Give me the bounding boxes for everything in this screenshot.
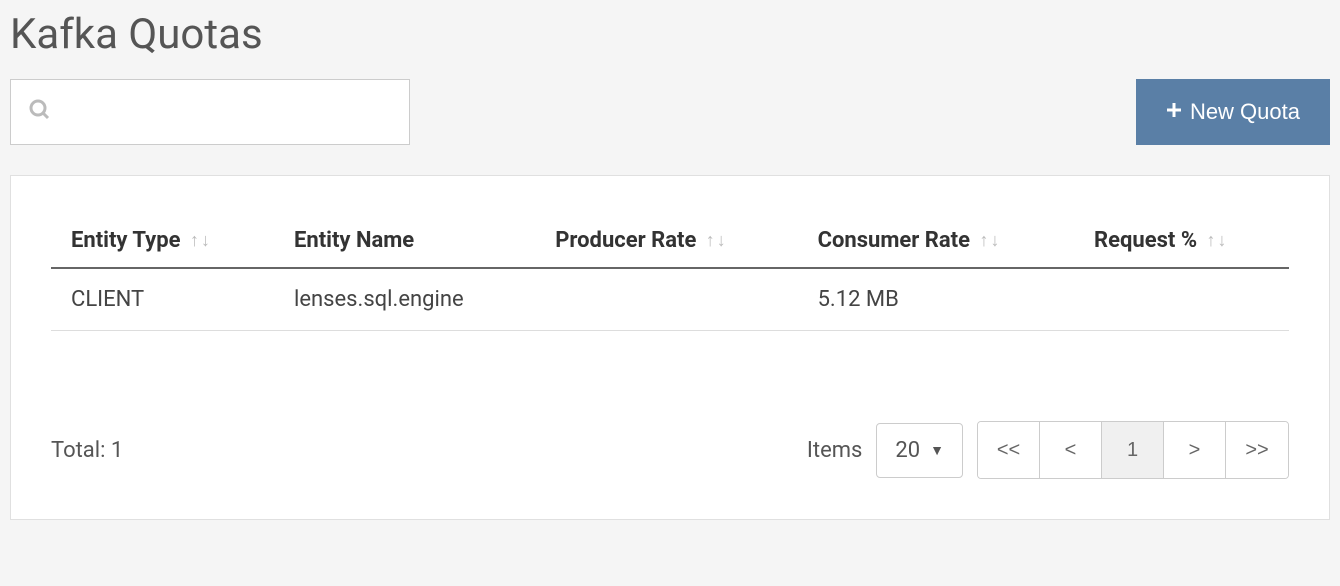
pager-last-button[interactable]: >> [1226, 422, 1288, 478]
col-producer-rate[interactable]: Producer Rate ↑↓ [535, 216, 797, 268]
sort-arrows-icon: ↑↓ [1207, 232, 1227, 250]
pager-first-button[interactable]: << [978, 422, 1040, 478]
cell-entity-name: lenses.sql.engine [274, 268, 535, 331]
pager-prev-button[interactable]: < [1040, 422, 1102, 478]
sort-arrows-icon: ↑↓ [979, 232, 999, 250]
caret-down-icon: ▼ [930, 442, 944, 459]
cell-request-pct [1074, 268, 1289, 331]
table-row[interactable]: CLIENT lenses.sql.engine 5.12 MB [51, 268, 1289, 331]
plus-icon [1166, 101, 1182, 124]
pager-page-button[interactable]: 1 [1102, 422, 1164, 478]
table-panel: Entity Type ↑↓ Entity Name Producer Rate… [10, 175, 1330, 520]
col-entity-name[interactable]: Entity Name [274, 216, 535, 268]
sort-arrows-icon: ↑↓ [706, 232, 726, 250]
new-quota-button[interactable]: New Quota [1136, 79, 1330, 145]
cell-consumer-rate: 5.12 MB [798, 268, 1074, 331]
col-consumer-rate[interactable]: Consumer Rate ↑↓ [798, 216, 1074, 268]
items-label: Items [807, 438, 863, 463]
search-wrapper [10, 79, 410, 145]
toolbar: New Quota [10, 79, 1330, 145]
quotas-table: Entity Type ↑↓ Entity Name Producer Rate… [51, 216, 1289, 331]
pagination: Items 20 ▼ << < 1 > >> [807, 421, 1289, 479]
page-title: Kafka Quotas [10, 10, 1330, 59]
pager-next-button[interactable]: > [1164, 422, 1226, 478]
new-quota-label: New Quota [1190, 99, 1300, 125]
col-label: Request % [1094, 228, 1197, 253]
table-footer: Total: 1 Items 20 ▼ << < 1 > >> [51, 421, 1289, 479]
col-request-pct[interactable]: Request % ↑↓ [1074, 216, 1289, 268]
page-size-select[interactable]: 20 ▼ [876, 423, 963, 478]
pager: << < 1 > >> [977, 421, 1289, 479]
search-input[interactable] [10, 79, 410, 145]
total-count: Total: 1 [51, 438, 123, 463]
col-label: Consumer Rate [818, 228, 970, 253]
cell-entity-type: CLIENT [51, 268, 274, 331]
col-label: Entity Name [294, 228, 414, 253]
col-label: Entity Type [71, 228, 181, 253]
col-entity-type[interactable]: Entity Type ↑↓ [51, 216, 274, 268]
page-size-value: 20 [895, 438, 920, 463]
cell-producer-rate [535, 268, 797, 331]
col-label: Producer Rate [555, 228, 696, 253]
sort-arrows-icon: ↑↓ [190, 232, 210, 250]
